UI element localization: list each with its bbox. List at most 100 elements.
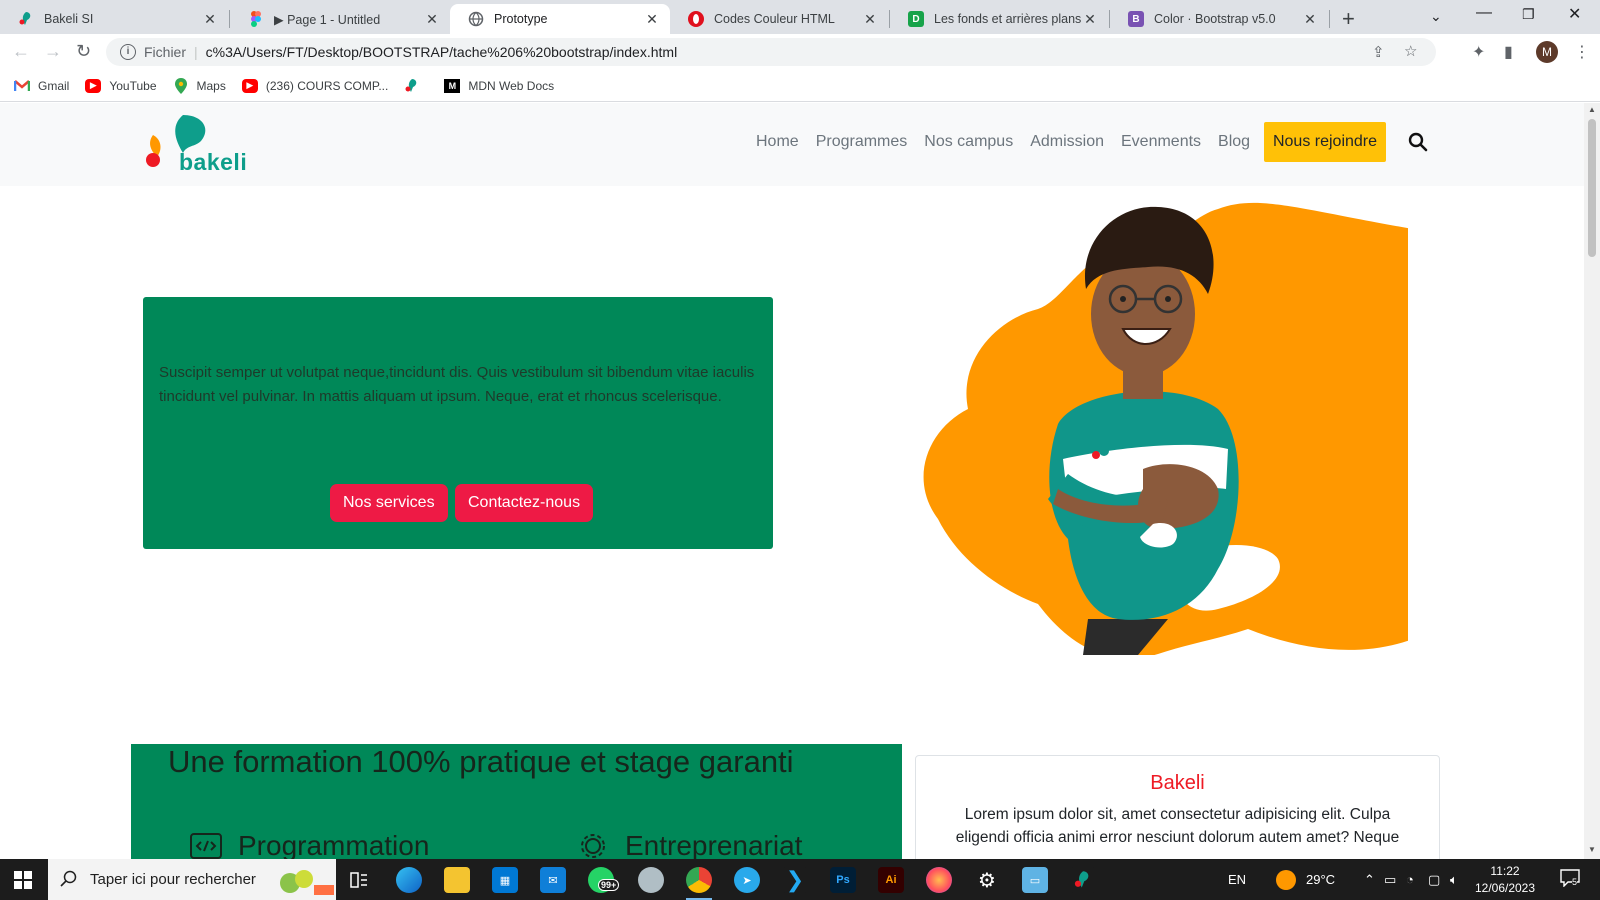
close-window-button[interactable]: ✕	[1568, 4, 1581, 24]
wifi-icon[interactable]: ◔	[1406, 859, 1414, 900]
bakeli-favicon-icon	[18, 11, 34, 27]
nav-admission[interactable]: Admission	[1030, 133, 1104, 151]
page-scrollbar[interactable]: ▲ ▼	[1584, 103, 1600, 859]
network-icon[interactable]: ▢	[1428, 859, 1440, 900]
close-icon[interactable]: ✕	[644, 11, 660, 28]
hero-character-illustration	[923, 202, 1408, 655]
battery-icon[interactable]: ▭	[1384, 859, 1396, 900]
edge-icon[interactable]	[396, 867, 422, 893]
windows-start-icon[interactable]	[14, 871, 32, 889]
services-button[interactable]: Nos services	[330, 484, 448, 522]
tab-fonds-css[interactable]: D Les fonds et arrières plans CSS ✕	[890, 4, 1108, 34]
close-icon[interactable]: ✕	[1302, 11, 1318, 28]
maps-pin-icon	[173, 77, 189, 94]
scroll-up-icon[interactable]: ▲	[1588, 105, 1596, 114]
taskbar-search-box[interactable]: Taper ici pour rechercher	[48, 859, 336, 900]
url-text[interactable]: c%3A/Users/FT/Desktop/BOOTSTRAP/tache%20…	[206, 44, 678, 60]
d-favicon-icon: D	[908, 11, 924, 27]
file-explorer-icon[interactable]	[444, 867, 470, 893]
tab-prototype[interactable]: Prototype ✕	[450, 4, 670, 34]
notification-center-icon[interactable]: 5	[1560, 869, 1582, 889]
scrollbar-thumb[interactable]	[1588, 119, 1596, 257]
weather-widget[interactable]: 29°C	[1276, 859, 1335, 900]
telegram-icon[interactable]: ➤	[734, 867, 760, 893]
bookmark-youtube[interactable]: ▶ YouTube	[85, 78, 157, 93]
hero-card: Suscipit semper ut volutpat neque,tincid…	[143, 297, 773, 549]
search-icon[interactable]	[1408, 132, 1428, 152]
system-clock[interactable]: 11:22 12/06/2023	[1470, 863, 1540, 897]
search-icon	[60, 870, 77, 887]
nav-nos-campus[interactable]: Nos campus	[924, 133, 1013, 151]
close-icon[interactable]: ✕	[862, 11, 878, 28]
mdn-icon: M	[444, 78, 461, 93]
photoshop-icon[interactable]: Ps	[830, 867, 856, 893]
whatsapp-badge: 99+	[598, 879, 620, 891]
close-icon[interactable]: ✕	[202, 11, 218, 28]
info-card-text: Lorem ipsum dolor sit, amet consectetur …	[955, 806, 1400, 846]
restore-button[interactable]: ❐	[1522, 6, 1535, 23]
chrome-icon[interactable]	[686, 867, 712, 900]
nav-blog[interactable]: Blog	[1218, 133, 1250, 151]
extensions-puzzle-icon[interactable]: ✦	[1472, 42, 1485, 62]
share-icon[interactable]: ⇪	[1372, 43, 1385, 61]
profile-avatar[interactable]: M	[1536, 41, 1558, 63]
nav-home[interactable]: Home	[756, 133, 799, 151]
scroll-down-icon[interactable]: ▼	[1588, 845, 1596, 854]
site-nav-links: Home Programmes Nos campus Admission Eve…	[756, 133, 1267, 151]
scheme-separator: |	[194, 44, 198, 60]
youtube-icon: ▶	[241, 78, 258, 93]
nav-evenments[interactable]: Evenments	[1121, 133, 1201, 151]
bootstrap-favicon-icon: B	[1128, 11, 1144, 27]
tab-figma[interactable]: ▶ Page 1 - Untitled ✕	[230, 4, 450, 34]
language-indicator[interactable]: EN	[1228, 859, 1246, 900]
new-tab-button[interactable]: +	[1342, 6, 1355, 32]
whatsapp-icon[interactable]: 99+	[588, 867, 620, 893]
sun-icon	[1276, 869, 1296, 890]
store-icon[interactable]: ▦	[492, 867, 518, 893]
bookmark-mdn[interactable]: M MDN Web Docs	[444, 78, 554, 93]
bakeli-info-card: Bakeli Lorem ipsum dolor sit, amet conse…	[915, 755, 1440, 859]
bookmark-maps[interactable]: Maps	[173, 77, 226, 94]
bookmark-gmail[interactable]: Gmail	[14, 79, 69, 93]
reload-icon[interactable]: ↻	[76, 41, 91, 62]
minimize-button[interactable]: —	[1476, 4, 1492, 22]
settings-gear-icon[interactable]: ⚙	[974, 867, 1000, 893]
bookmarks-bar: Gmail ▶ YouTube Maps ▶ (236) COURS COMP.…	[0, 70, 1600, 102]
contact-button[interactable]: Contactez-nous	[455, 484, 594, 522]
feature-programmation: Programmation	[190, 830, 429, 859]
tab-codes-couleur[interactable]: Codes Couleur HTML ✕	[670, 4, 888, 34]
tray-chevron-up-icon[interactable]: ⌃	[1364, 859, 1375, 900]
forward-arrow-icon[interactable]: →	[44, 41, 62, 62]
tab-bootstrap[interactable]: B Color · Bootstrap v5.0 ✕	[1110, 4, 1328, 34]
tab-bakeli[interactable]: Bakeli SI ✕	[0, 4, 228, 34]
bookmark-bakeli[interactable]	[404, 78, 428, 93]
close-icon[interactable]: ✕	[424, 11, 440, 28]
address-bar[interactable]: i Fichier | c%3A/Users/FT/Desktop/BOOTST…	[106, 38, 1436, 66]
gear-icon	[581, 834, 605, 858]
bakeli-logo[interactable]: bakeli	[143, 113, 247, 175]
side-panel-icon[interactable]: ▮	[1504, 42, 1513, 62]
tab-search-chevron-icon[interactable]: ⌄	[1430, 8, 1442, 25]
menu-kebab-icon[interactable]: ⋮	[1574, 42, 1590, 62]
site-info-icon[interactable]: i	[120, 44, 136, 60]
close-icon[interactable]: ✕	[1082, 11, 1098, 28]
join-button[interactable]: Nous rejoindre	[1264, 122, 1386, 162]
search-highlight-illustration-icon	[280, 870, 334, 895]
youtube-icon: ▶	[85, 78, 102, 93]
paint-icon[interactable]	[638, 867, 664, 893]
control-panel-icon[interactable]: ▭	[1022, 867, 1048, 893]
bakeli-app-icon[interactable]	[1070, 867, 1096, 893]
back-arrow-icon[interactable]: ←	[12, 41, 30, 62]
bookmark-cours-comp[interactable]: ▶ (236) COURS COMP...	[241, 78, 388, 93]
task-view-icon[interactable]	[346, 867, 372, 893]
formation-title: Une formation 100% pratique et stage gar…	[168, 744, 794, 779]
firefox-icon[interactable]	[926, 867, 952, 893]
mail-icon[interactable]: ✉	[540, 867, 566, 893]
volume-icon[interactable]: 🔈︎	[1450, 859, 1458, 900]
bookmark-star-icon[interactable]: ☆	[1404, 42, 1417, 60]
nav-programmes[interactable]: Programmes	[816, 133, 908, 151]
globe-favicon-icon	[468, 11, 484, 27]
illustrator-icon[interactable]: Ai	[878, 867, 904, 893]
windows-taskbar: Taper ici pour rechercher ▦ ✉ 99+ ➤ ❯ Ps…	[0, 859, 1600, 900]
vscode-icon[interactable]: ❯	[782, 867, 808, 893]
